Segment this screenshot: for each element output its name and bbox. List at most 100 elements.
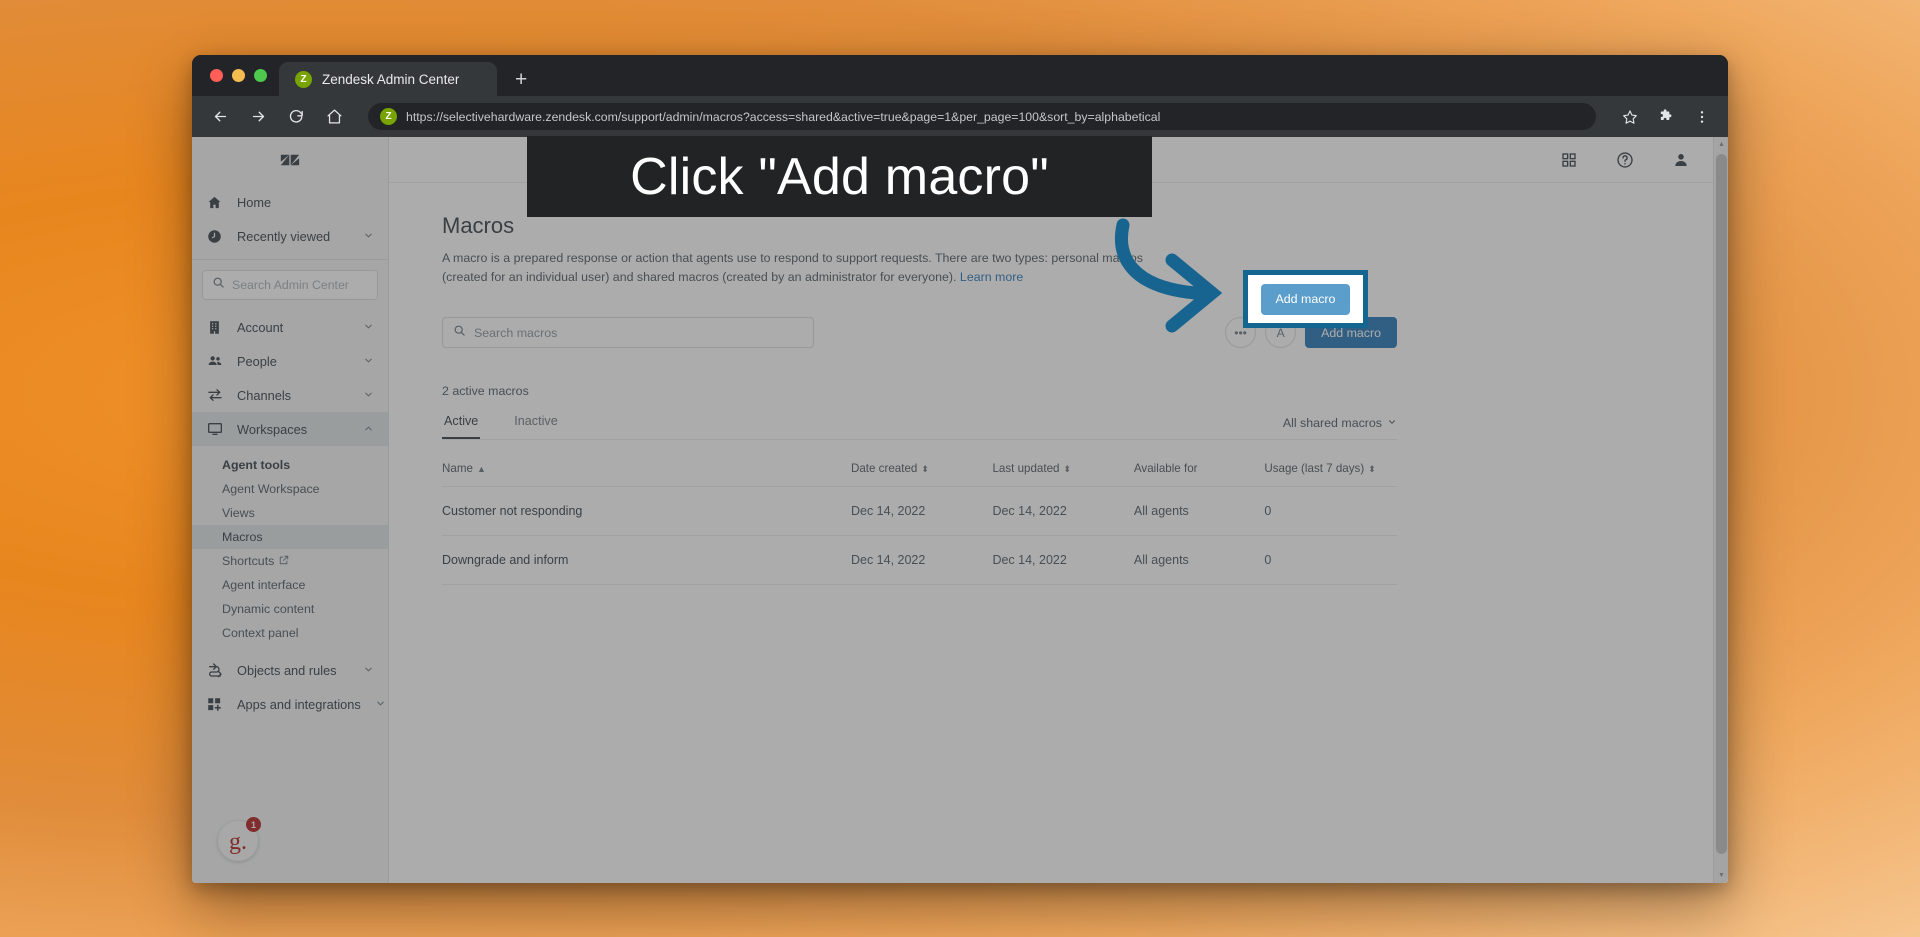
main-area: Macros A macro is a prepared response or…: [389, 137, 1728, 883]
table-row[interactable]: Customer not responding Dec 14, 2022 Dec…: [442, 486, 1397, 537]
gorgias-widget-button[interactable]: g. 1: [218, 817, 261, 861]
sidebar-item-label: Account: [237, 319, 284, 335]
column-header-name[interactable]: Name ▲: [442, 462, 851, 488]
browser-tab-zendesk-admin-center[interactable]: Z Zendesk Admin Center: [279, 62, 497, 96]
scroll-down-arrow-icon[interactable]: ▼: [1714, 868, 1728, 883]
bookmark-star-icon[interactable]: [1620, 107, 1640, 127]
page-description-text: A macro is a prepared response or action…: [442, 251, 1143, 285]
filter-label: All shared macros: [1282, 416, 1382, 431]
sidebar-item-people[interactable]: People: [192, 344, 388, 378]
sidebar-item-channels[interactable]: Channels: [192, 378, 388, 412]
extensions-puzzle-icon[interactable]: [1656, 107, 1676, 127]
sidebar-item-context-panel[interactable]: Context panel: [192, 621, 388, 645]
sidebar-main-group: Account People Channels Workspaces: [192, 308, 388, 448]
people-icon: [206, 353, 223, 370]
sidebar-item-objects-and-rules[interactable]: Objects and rules: [192, 653, 388, 687]
sidebar-item-dynamic-content[interactable]: Dynamic content: [192, 597, 388, 621]
sidebar-item-apps-and-integrations[interactable]: Apps and integrations: [192, 687, 388, 721]
macros-count-text: 2 active macros: [442, 384, 529, 399]
omnibox-site-icon: Z: [380, 108, 397, 125]
cell-macro-name[interactable]: Downgrade and inform: [442, 535, 851, 586]
macros-toolbar: ••• A Add macro: [442, 317, 1397, 349]
sidebar-item-label: People: [237, 353, 277, 369]
sidebar-item-agent-workspace[interactable]: Agent Workspace: [192, 477, 388, 501]
browser-tab-strip: Z Zendesk Admin Center +: [192, 55, 1728, 96]
search-macros-input[interactable]: [474, 325, 803, 340]
sidebar-item-agent-interface[interactable]: Agent interface: [192, 573, 388, 597]
zendesk-logo-icon[interactable]: [192, 137, 388, 183]
add-macro-button[interactable]: Add macro: [1305, 317, 1397, 349]
column-header-available-for: Available for: [1133, 462, 1265, 488]
sidebar-divider: [192, 259, 388, 260]
column-label: Usage (last 7 days): [1264, 462, 1365, 476]
workspaces-submenu: Agent tools Agent Workspace Views Macros…: [192, 448, 388, 651]
sub-item-label: Views: [222, 506, 255, 520]
search-admin-center-input[interactable]: [232, 278, 368, 292]
column-header-date-created[interactable]: Date created ⬍: [850, 462, 993, 488]
sidebar-item-label: Objects and rules: [237, 662, 337, 678]
sub-item-label: Agent Workspace: [222, 482, 320, 496]
chevron-down-icon: [363, 388, 374, 403]
column-label: Name: [442, 462, 473, 476]
browser-window: Z Zendesk Admin Center + Z https://selec…: [192, 55, 1728, 883]
home-icon[interactable]: [324, 107, 344, 127]
cell-macro-name[interactable]: Customer not responding: [442, 486, 851, 537]
page-topbar: [389, 137, 1728, 183]
browser-menu-icon[interactable]: [1692, 107, 1712, 127]
help-question-icon[interactable]: [1614, 149, 1636, 171]
sidebar-item-label: Channels: [237, 387, 292, 403]
zendesk-favicon-icon: Z: [295, 70, 312, 88]
address-bar[interactable]: Z https://selectivehardware.zendesk.com/…: [368, 103, 1596, 130]
cell-date-created: Dec 14, 2022: [850, 535, 993, 586]
tab-active[interactable]: Active: [442, 414, 481, 440]
column-label: Last updated: [992, 462, 1060, 476]
minimize-window-button[interactable]: [232, 69, 245, 82]
content-scroll-region: Macros A macro is a prepared response or…: [389, 183, 1728, 883]
reload-icon[interactable]: [286, 107, 306, 127]
column-header-last-updated[interactable]: Last updated ⬍: [992, 462, 1134, 488]
submenu-heading-agent-tools: Agent tools: [222, 458, 291, 472]
macros-table-head: Name ▲ Date created ⬍ Last updated ⬍ Availa…: [442, 462, 1397, 488]
gorgias-logo-icon: g.: [229, 829, 247, 855]
macros-filter-dropdown[interactable]: All shared macros: [1283, 416, 1397, 439]
forward-arrow-icon[interactable]: [248, 107, 268, 127]
table-row[interactable]: Downgrade and inform Dec 14, 2022 Dec 14…: [442, 535, 1397, 586]
apps-grid-icon[interactable]: [1558, 149, 1580, 171]
browser-scrollbar-thumb[interactable]: [1716, 154, 1727, 854]
sidebar-item-views[interactable]: Views: [192, 501, 388, 525]
sidebar-item-macros[interactable]: Macros: [192, 525, 388, 549]
sub-item-label: Shortcuts: [222, 554, 275, 568]
sidebar-item-home[interactable]: Home: [192, 185, 388, 219]
apply-macro-button[interactable]: A: [1265, 317, 1297, 349]
chevron-down-icon: [363, 229, 374, 244]
maximize-window-button[interactable]: [254, 69, 267, 82]
column-label: Available for: [1133, 462, 1198, 476]
macros-table: Name ▲ Date created ⬍ Last updated ⬍ Availa…: [442, 462, 1397, 586]
user-profile-icon[interactable]: [1670, 149, 1692, 171]
new-tab-button[interactable]: +: [515, 69, 527, 90]
tab-inactive[interactable]: Inactive: [512, 414, 559, 439]
sort-both-icon: ⬍: [1368, 464, 1376, 475]
add-macro-button-highlighted[interactable]: Add macro: [1260, 283, 1351, 315]
macros-toolbar-actions: ••• A Add macro: [1225, 317, 1397, 349]
browser-scrollbar[interactable]: ▲ ▼: [1713, 137, 1728, 883]
sidebar-item-shortcuts[interactable]: Shortcuts: [192, 549, 388, 573]
sidebar-item-recently-viewed[interactable]: Recently viewed: [192, 219, 388, 253]
address-bar-url: https://selectivehardware.zendesk.com/su…: [406, 109, 1161, 124]
column-header-usage[interactable]: Usage (last 7 days) ⬍: [1264, 462, 1397, 488]
scroll-up-arrow-icon[interactable]: ▲: [1714, 137, 1728, 152]
sidebar-footer: g. 1: [192, 817, 388, 883]
macros-table-body: Customer not responding Dec 14, 2022 Dec…: [442, 486, 1397, 586]
sidebar-item-workspaces[interactable]: Workspaces: [192, 412, 388, 446]
channels-icon: [206, 387, 223, 404]
learn-more-link[interactable]: Learn more: [960, 270, 1023, 284]
close-window-button[interactable]: [210, 69, 223, 82]
sub-item-label: Context panel: [222, 626, 299, 640]
sidebar-search-box[interactable]: [202, 270, 378, 300]
back-arrow-icon[interactable]: [210, 107, 230, 127]
sub-item-label: Macros: [222, 530, 263, 544]
more-options-button[interactable]: •••: [1225, 317, 1257, 349]
search-macros-box[interactable]: [442, 317, 814, 349]
objects-rules-icon: [206, 662, 223, 679]
sidebar-item-account[interactable]: Account: [192, 310, 388, 344]
